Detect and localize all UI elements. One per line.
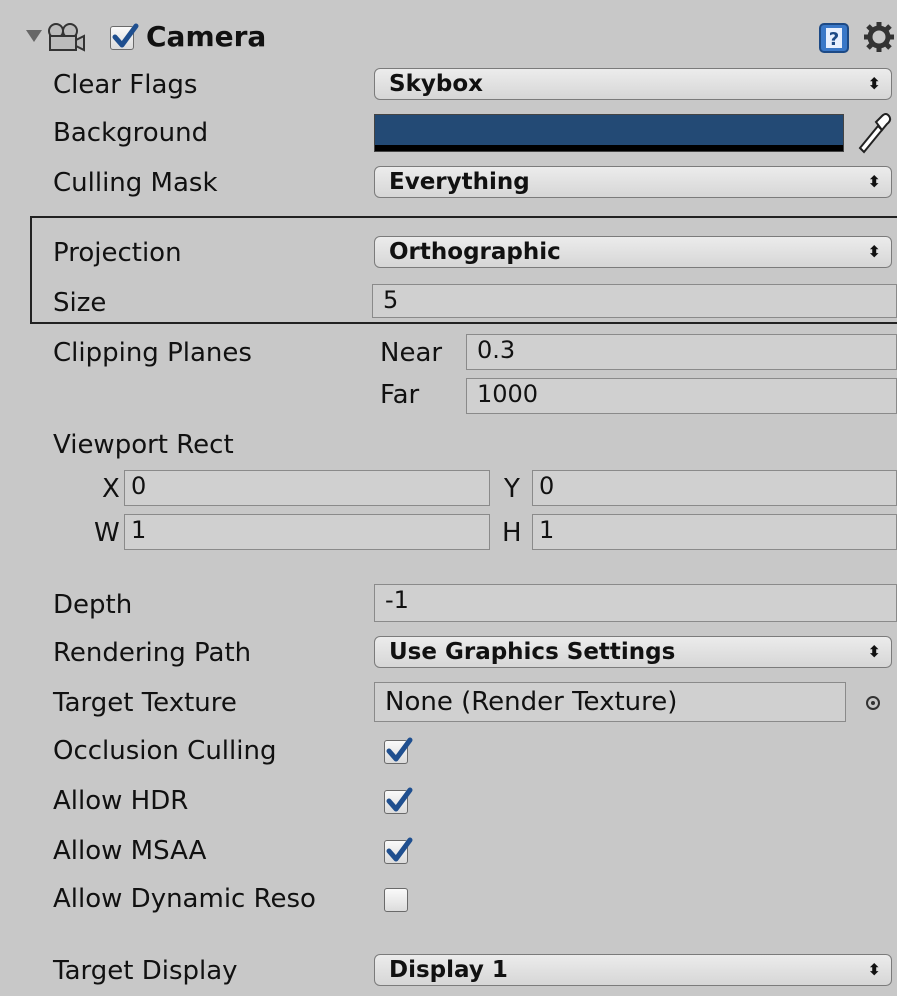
near-label: Near	[380, 338, 443, 368]
background-color-swatch[interactable]	[374, 114, 844, 152]
dropdown-arrows-icon: ⬍	[867, 642, 881, 661]
camera-inspector-panel: Camera ? Clear Flags Skybox ⬍ Background	[0, 0, 897, 996]
eyedropper-icon[interactable]	[852, 110, 892, 154]
viewport-h-label: H	[502, 518, 522, 548]
alpha-bar	[375, 145, 843, 151]
viewport-y-label: Y	[504, 474, 520, 504]
rendering-path-label: Rendering Path	[53, 638, 252, 668]
viewport-w-input[interactable]: 1	[124, 514, 490, 550]
target-display-dropdown[interactable]: Display 1 ⬍	[374, 954, 892, 986]
target-texture-label: Target Texture	[53, 688, 237, 718]
checkmark-icon	[386, 737, 413, 762]
depth-label: Depth	[53, 590, 133, 620]
checkmark-icon	[386, 837, 413, 862]
clipping-planes-label: Clipping Planes	[53, 338, 252, 368]
checkmark-icon	[386, 787, 413, 812]
projection-value: Orthographic	[389, 239, 561, 265]
rendering-path-value: Use Graphics Settings	[389, 639, 676, 665]
projection-label: Projection	[53, 238, 182, 268]
component-enabled-checkbox[interactable]	[110, 23, 139, 50]
size-input[interactable]: 5	[372, 284, 897, 318]
target-display-label: Target Display	[53, 956, 238, 986]
allow-msaa-label: Allow MSAA	[53, 836, 207, 866]
culling-mask-dropdown[interactable]: Everything ⬍	[374, 166, 892, 198]
clear-flags-value: Skybox	[389, 71, 483, 97]
occlusion-culling-checkbox[interactable]	[384, 737, 413, 764]
allow-hdr-label: Allow HDR	[53, 786, 189, 816]
svg-text:?: ?	[829, 29, 839, 50]
occlusion-culling-label: Occlusion Culling	[53, 736, 277, 766]
clear-flags-dropdown[interactable]: Skybox ⬍	[374, 68, 892, 100]
viewport-y-input[interactable]: 0	[532, 470, 897, 506]
help-icon[interactable]: ?	[818, 22, 850, 54]
component-title: Camera	[146, 20, 267, 53]
dropdown-arrows-icon: ⬍	[867, 172, 881, 191]
culling-mask-value: Everything	[389, 169, 530, 195]
camera-icon	[48, 23, 85, 52]
depth-input[interactable]: -1	[374, 584, 897, 622]
dropdown-arrows-icon: ⬍	[867, 74, 881, 93]
dropdown-arrows-icon: ⬍	[867, 960, 881, 979]
culling-mask-label: Culling Mask	[53, 168, 218, 198]
viewport-rect-label: Viewport Rect	[53, 430, 234, 460]
target-display-value: Display 1	[389, 957, 508, 983]
projection-dropdown[interactable]: Orthographic ⬍	[374, 236, 892, 268]
viewport-x-input[interactable]: 0	[124, 470, 490, 506]
component-header: Camera ?	[0, 0, 897, 58]
object-picker-icon[interactable]	[864, 694, 882, 712]
rendering-path-dropdown[interactable]: Use Graphics Settings ⬍	[374, 636, 892, 668]
viewport-w-label: W	[94, 518, 120, 548]
viewport-x-label: X	[102, 474, 120, 504]
allow-hdr-checkbox[interactable]	[384, 787, 413, 814]
allow-msaa-checkbox[interactable]	[384, 837, 413, 864]
gear-icon[interactable]	[862, 20, 896, 54]
size-label: Size	[53, 288, 107, 318]
far-input[interactable]: 1000	[466, 378, 897, 414]
allow-dynamic-reso-label: Allow Dynamic Reso	[53, 884, 316, 914]
near-input[interactable]: 0.3	[466, 334, 897, 370]
target-texture-field[interactable]: None (Render Texture)	[374, 682, 846, 722]
triangle-down-icon[interactable]	[26, 30, 42, 44]
far-label: Far	[380, 380, 420, 410]
clear-flags-label: Clear Flags	[53, 70, 198, 100]
background-label: Background	[53, 118, 209, 148]
viewport-h-input[interactable]: 1	[532, 514, 897, 550]
checkmark-icon	[112, 23, 139, 48]
dropdown-arrows-icon: ⬍	[867, 242, 881, 261]
allow-dynamic-reso-checkbox[interactable]	[384, 888, 408, 912]
